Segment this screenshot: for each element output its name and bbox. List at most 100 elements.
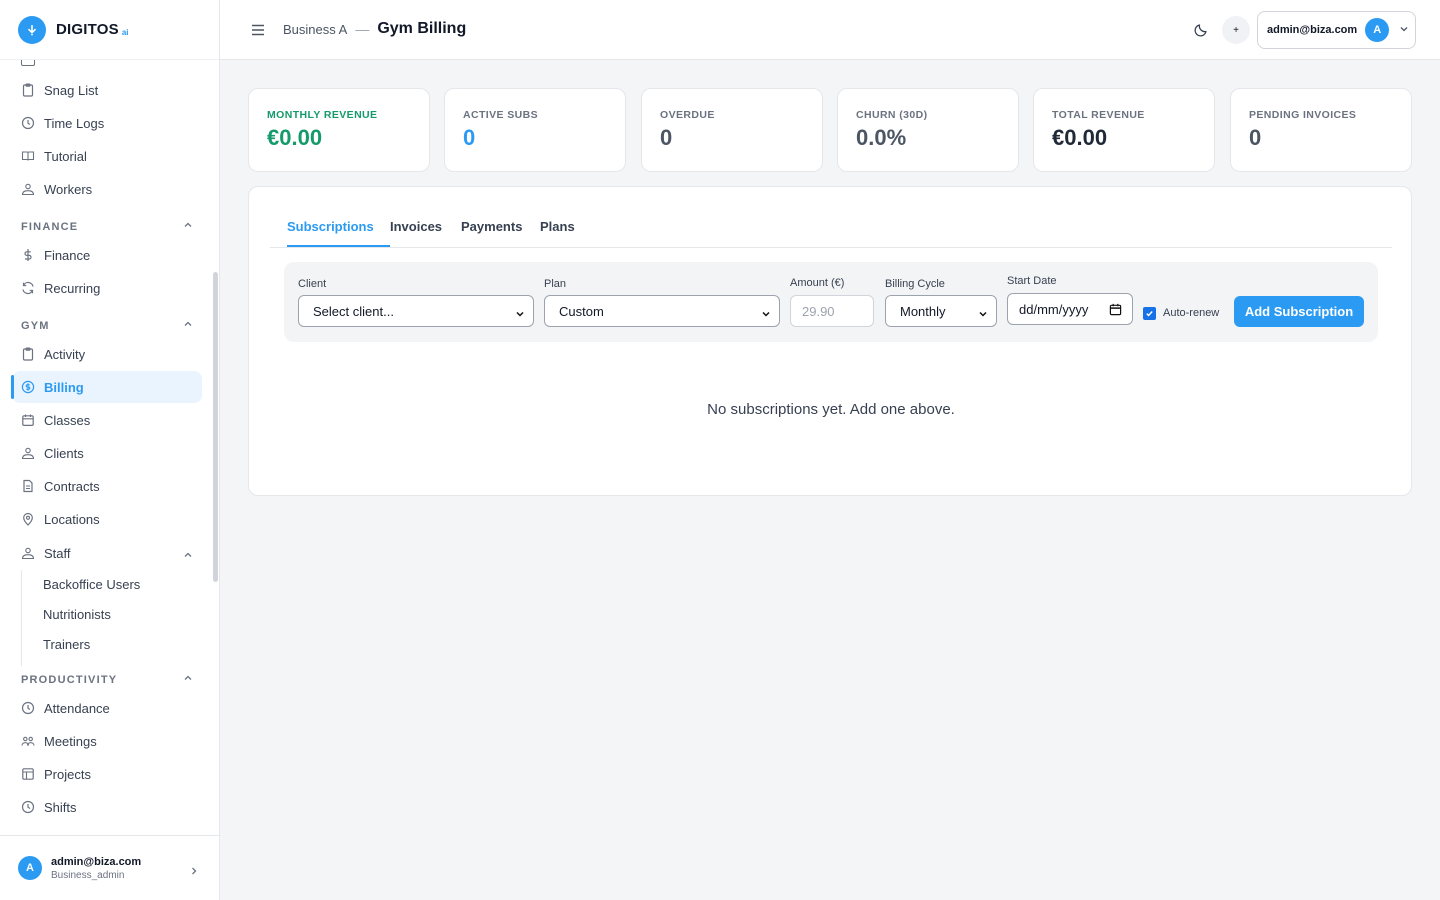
sidebar-item-classes[interactable]: Classes xyxy=(12,404,202,436)
tab-invoices[interactable]: Invoices xyxy=(390,219,442,234)
layout-icon xyxy=(21,767,35,781)
plan-select[interactable]: Custom xyxy=(544,295,780,327)
stat-label: MONTHLY REVENUE xyxy=(267,109,378,121)
sidebar-subitem-nutritionists[interactable]: Nutritionists xyxy=(43,607,111,622)
sidebar-item-label: Tutorial xyxy=(44,148,87,164)
sidebar-item-recurring[interactable]: Recurring xyxy=(12,272,202,304)
people-icon xyxy=(21,446,35,460)
breadcrumb-business[interactable]: Business A xyxy=(283,22,347,37)
plus-button[interactable]: + xyxy=(1222,16,1250,44)
brand-name: DIGITOS xyxy=(56,21,119,38)
sidebar-item-meetings[interactable]: Meetings xyxy=(12,725,202,757)
plan-select-value: Custom xyxy=(559,303,604,319)
menu-icon[interactable] xyxy=(250,22,266,38)
clock-icon xyxy=(21,701,35,715)
sidebar-item-clients[interactable]: Clients xyxy=(12,437,202,469)
chevron-down-icon xyxy=(1399,21,1409,39)
sidebar-item-time-logs[interactable]: Time Logs xyxy=(12,107,202,139)
tab-subscriptions[interactable]: Subscriptions xyxy=(287,219,374,234)
sidebar-item-attendance[interactable]: Attendance xyxy=(12,692,202,724)
amount-label: Amount (€) xyxy=(790,277,845,289)
chevron-up-icon xyxy=(183,319,193,332)
people-icon xyxy=(21,546,35,560)
sidebar-item-activity[interactable]: Activity xyxy=(12,338,202,370)
page-title: Gym Billing xyxy=(377,20,467,37)
group-icon xyxy=(21,734,35,748)
sidebar-user-profile[interactable]: A admin@biza.com Business_admin xyxy=(0,835,219,900)
avatar: A xyxy=(1365,18,1390,42)
client-select[interactable]: Select client... xyxy=(298,295,534,327)
sidebar-subitem-trainers[interactable]: Trainers xyxy=(43,637,90,652)
sidebar-item-label: Clients xyxy=(44,445,84,461)
add-subscription-button[interactable]: Add Subscription xyxy=(1234,296,1364,327)
account-menu[interactable]: admin@biza.com A xyxy=(1257,11,1416,49)
sidebar-item-staff[interactable]: Staff xyxy=(12,537,202,569)
breadcrumb-separator: — xyxy=(355,21,370,37)
sidebar-item-shifts[interactable]: Shifts xyxy=(12,791,202,823)
sidebar-item-label: Contracts xyxy=(44,478,100,494)
sidebar-item-finance[interactable]: Finance xyxy=(12,239,202,271)
tab-payments[interactable]: Payments xyxy=(461,219,522,234)
sidebar-item-label: Shifts xyxy=(44,799,77,815)
sidebar-scrollbar[interactable] xyxy=(213,272,218,582)
account-email: admin@biza.com xyxy=(1267,24,1358,36)
book-icon xyxy=(21,149,35,163)
sidebar-item-label: Locations xyxy=(44,511,100,527)
start-date-input[interactable]: dd/mm/yyyy xyxy=(1007,293,1133,325)
document-icon xyxy=(21,479,35,493)
map-pin-icon xyxy=(21,512,35,526)
sidebar-item-label: Billing xyxy=(44,379,84,395)
tab-plans[interactable]: Plans xyxy=(540,219,575,234)
stat-label: CHURN (30D) xyxy=(856,109,928,121)
brand-logo-icon xyxy=(18,15,46,44)
moon-icon[interactable] xyxy=(1193,22,1209,38)
stat-card-overdue: OVERDUE 0 xyxy=(641,88,823,172)
clipboard-icon xyxy=(21,83,35,97)
stat-value: 0 xyxy=(1249,125,1262,150)
chevron-down-icon xyxy=(515,307,525,322)
stat-value: 0 xyxy=(463,125,476,150)
billing-cycle-value: Monthly xyxy=(900,303,946,319)
calendar-icon[interactable] xyxy=(1109,303,1122,319)
sidebar-subitem-backoffice-users[interactable]: Backoffice Users xyxy=(43,577,140,592)
sidebar-item-label: Workers xyxy=(44,181,93,197)
sidebar-item-projects[interactable]: Projects xyxy=(12,758,202,790)
sidebar-item-label: Time Logs xyxy=(44,115,105,131)
auto-renew-label[interactable]: Auto-renew xyxy=(1163,307,1219,319)
sidebar-item-label: Finance xyxy=(44,247,91,263)
chevron-right-icon xyxy=(189,863,199,881)
brand[interactable]: DIGITOS ai xyxy=(0,0,219,60)
partial-item-icon xyxy=(21,60,35,66)
auto-renew-checkbox[interactable] xyxy=(1143,307,1156,320)
stat-label: OVERDUE xyxy=(660,109,715,121)
amount-placeholder: 29.90 xyxy=(802,303,835,319)
clipboard-icon xyxy=(21,347,35,361)
section-gym[interactable]: GYM xyxy=(21,319,193,332)
amount-input[interactable]: 29.90 xyxy=(790,295,874,327)
add-subscription-form: Client Select client... Plan Custom Amou… xyxy=(284,262,1378,342)
sidebar-item-contracts[interactable]: Contracts xyxy=(12,470,202,502)
sidebar: DIGITOS ai Snag List Time Logs Tutorial … xyxy=(0,0,220,900)
sidebar-item-billing[interactable]: Billing xyxy=(11,371,202,403)
section-finance[interactable]: FINANCE xyxy=(21,220,193,233)
chevron-up-icon xyxy=(183,548,193,563)
sidebar-item-tutorial[interactable]: Tutorial xyxy=(12,140,202,172)
section-title: PRODUCTIVITY xyxy=(21,673,118,686)
client-label: Client xyxy=(298,278,327,290)
sidebar-item-snag-list[interactable]: Snag List xyxy=(12,74,202,106)
stat-card-pending-invoices: PENDING INVOICES 0 xyxy=(1230,88,1412,172)
tab-bar: Subscriptions Invoices Payments Plans xyxy=(270,211,1392,248)
section-productivity[interactable]: PRODUCTIVITY xyxy=(21,673,193,686)
stat-label: PENDING INVOICES xyxy=(1249,109,1357,121)
sidebar-item-workers[interactable]: Workers xyxy=(12,173,202,205)
sidebar-item-locations[interactable]: Locations xyxy=(12,503,202,535)
dollar-icon xyxy=(21,248,35,262)
billing-cycle-label: Billing Cycle xyxy=(885,278,945,290)
billing-cycle-select[interactable]: Monthly xyxy=(885,295,997,327)
stat-value: 0.0% xyxy=(856,125,907,150)
chevron-up-icon xyxy=(183,673,193,686)
stat-card-total-revenue: TOTAL REVENUE €0.00 xyxy=(1033,88,1215,172)
client-select-value: Select client... xyxy=(313,303,394,319)
plan-label: Plan xyxy=(544,278,567,290)
sidebar-item-label: Meetings xyxy=(44,733,97,749)
